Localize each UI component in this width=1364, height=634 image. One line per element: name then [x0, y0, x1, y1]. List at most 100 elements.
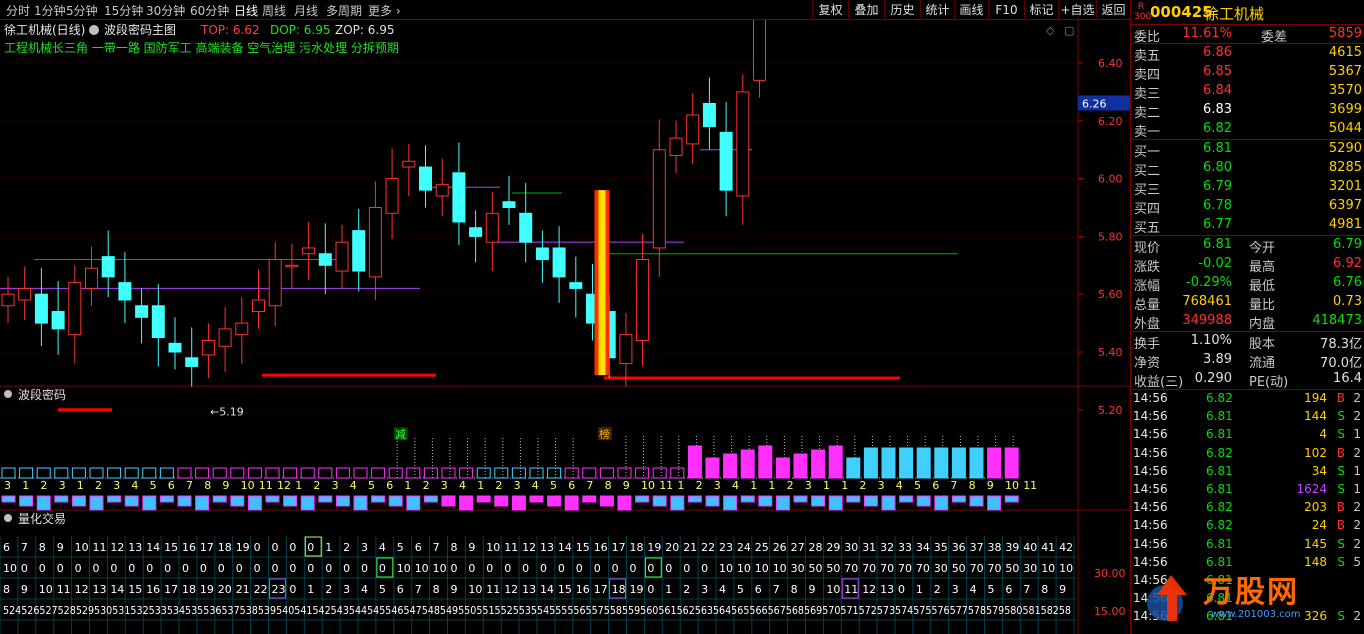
candle-body — [285, 264, 299, 268]
tick-count: 1 — [1353, 481, 1361, 496]
quant-cell: 70 — [898, 562, 912, 575]
wave-count-label: 1 — [477, 479, 484, 492]
period-tab-8[interactable]: 月线 — [294, 2, 318, 19]
tick-time: 14:56 — [1133, 518, 1168, 533]
quant-cell: 3 — [701, 583, 708, 596]
period-tab-9[interactable]: 多周期 — [326, 2, 362, 19]
wave-bar-upper — [159, 467, 174, 479]
quant-cell: 0 — [57, 562, 64, 575]
panel2-title: 波段密码 — [18, 387, 66, 402]
bid-row: 买一 6.81 5290 — [1131, 140, 1364, 160]
period-tab-7[interactable]: 周线 — [262, 2, 286, 19]
quant-cell: 6 — [397, 583, 404, 596]
kline-chart-svg[interactable]: 徐工机械(日线) 波段密码主图 TOP: 6.62 DOP: 6.95 ZOP:… — [0, 0, 1130, 634]
toolbar-button-6[interactable]: 标记 — [1024, 0, 1058, 20]
quant-cell: 0 — [522, 562, 529, 575]
toolbar-button-1[interactable]: 叠加 — [848, 0, 884, 20]
candle-body — [185, 357, 199, 367]
stat-label-2: PE(动) — [1249, 375, 1289, 390]
candle-body — [252, 299, 265, 313]
quant-cell: 50 — [1005, 562, 1019, 575]
tick-time: 14:56 — [1133, 427, 1168, 442]
quant-cell: 10 — [486, 541, 500, 554]
quant-cell: 7 — [415, 583, 422, 596]
toolbar-button-2[interactable]: 历史 — [884, 0, 920, 20]
quant-cell: 8 — [433, 583, 440, 596]
wave-bar-lower — [1, 495, 16, 503]
wave-count-label: 2 — [859, 479, 866, 492]
toolbar-button-0[interactable]: 复权 — [812, 0, 848, 20]
bid-price: 6.80 — [1203, 160, 1232, 175]
wave-bar-upper — [617, 467, 632, 479]
chart-area[interactable]: 徐工机械(日线) 波段密码主图 TOP: 6.62 DOP: 6.95 ZOP:… — [0, 0, 1130, 634]
wave-count-label: 4 — [459, 479, 466, 492]
stat-label-2: 最高 — [1249, 260, 1276, 275]
panel-settings-icon[interactable]: ◇ — [1046, 24, 1055, 37]
quant-cell: 0 — [289, 541, 296, 554]
quant-cell: 0 — [379, 562, 386, 575]
quant-cell: 23 — [719, 541, 733, 554]
quant-cell: 0 — [630, 562, 637, 575]
tick-row: 14:56 6.81 34 S 1 — [1131, 463, 1364, 481]
tick-price: 6.82 — [1206, 445, 1233, 460]
candle-body — [669, 137, 683, 156]
quant-cell: 0 — [272, 541, 279, 554]
candle-body — [419, 166, 432, 191]
stock-name[interactable]: 徐工机械 — [1204, 3, 1264, 24]
quant-cell: 0 — [361, 562, 368, 575]
quant-cell: 4 — [379, 541, 386, 554]
panel-maximize-icon[interactable]: ▢ — [1064, 24, 1074, 37]
wave-count-label: 10 — [241, 479, 255, 492]
toolbar-button-3[interactable]: 统计 — [920, 0, 954, 20]
quant-cell: 0 — [647, 583, 654, 596]
period-tab-3[interactable]: 15分钟 — [104, 2, 143, 19]
ask-label: 卖五 — [1134, 49, 1161, 64]
wave-bar-lower — [951, 495, 966, 503]
signal-bar-inner — [598, 190, 606, 376]
tick-side: S — [1337, 536, 1345, 551]
wave-bar-upper — [529, 467, 544, 479]
period-tab-1[interactable]: 1分钟 — [34, 2, 66, 19]
period-tab-0[interactable]: 分时 — [6, 2, 30, 19]
quant-cell: 0 — [307, 562, 314, 575]
period-tab-2[interactable]: 5分钟 — [66, 2, 98, 19]
stat-value: -0.29% — [1186, 275, 1232, 290]
bid-volume: 3201 — [1328, 179, 1362, 194]
tick-time: 14:56 — [1133, 445, 1168, 460]
quant-cell: 0 — [307, 541, 314, 554]
ask-volume: 5044 — [1328, 121, 1362, 136]
toolbar-button-4[interactable]: 画线 — [954, 0, 988, 20]
stat-row: 外盘 349988 内盘 418473 — [1131, 312, 1364, 332]
indicator-settings-icon[interactable] — [89, 25, 99, 35]
tick-count: 2 — [1353, 536, 1361, 551]
wave-count-label: 2 — [40, 479, 47, 492]
quant-cell: 0 — [540, 562, 547, 575]
quant-cell: 0 — [75, 562, 82, 575]
toolbar-button-7[interactable]: +自选 — [1058, 0, 1096, 20]
bid-row: 买四 6.78 6397 — [1131, 197, 1364, 217]
candle-body — [736, 91, 750, 197]
stat-value-2: 70.0亿 — [1320, 356, 1362, 371]
wave-count-label: 4 — [350, 479, 357, 492]
quant-row4: 5245265275285295305315325335345355365375… — [3, 604, 1071, 617]
quant-cell: 12 — [862, 583, 876, 596]
quant-cell: 11 — [93, 541, 107, 554]
wave-count-label: 3 — [514, 479, 521, 492]
period-tab-10[interactable]: 更多 › — [368, 2, 401, 19]
wave-bar-upper — [881, 447, 896, 479]
wave-bar-lower — [459, 495, 474, 511]
quant-cell: 10 — [468, 583, 482, 596]
wave-bar-upper — [987, 447, 1002, 479]
wave-bar-upper — [283, 467, 298, 479]
candle-body — [118, 282, 132, 301]
toolbar-button-8[interactable]: 返回 — [1096, 0, 1130, 20]
wave-count-label: 1 — [295, 479, 302, 492]
period-tab-6[interactable]: 日线 — [234, 2, 258, 19]
stat-value: 349988 — [1182, 313, 1232, 328]
period-tab-4[interactable]: 30分钟 — [146, 2, 185, 19]
wave-bar-upper — [916, 447, 931, 479]
quant-cell: 32 — [880, 541, 894, 554]
stat-label-2: 最低 — [1249, 279, 1276, 294]
toolbar-button-5[interactable]: F10 — [988, 0, 1024, 20]
period-tab-5[interactable]: 60分钟 — [190, 2, 229, 19]
